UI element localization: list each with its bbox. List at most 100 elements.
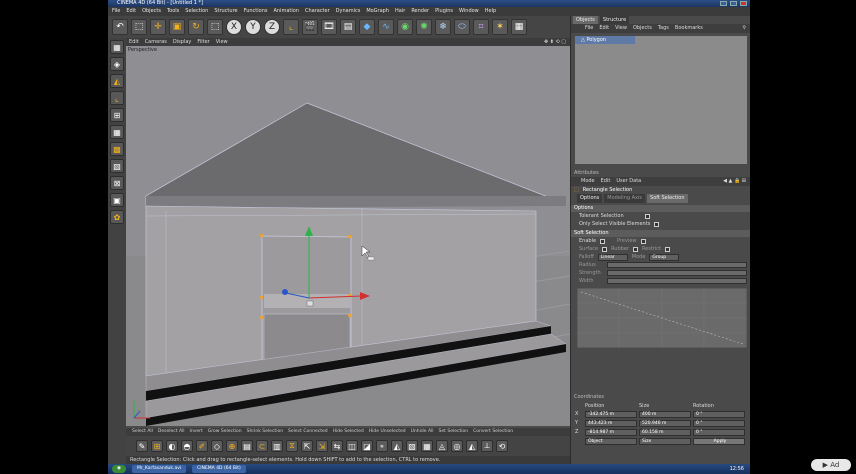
uv-polygons-icon[interactable]: ⊠ [110,176,124,190]
edges-mode-icon[interactable]: ▦ [110,125,124,139]
preview-checkbox[interactable] [640,238,646,244]
undo-icon[interactable]: ↶ [112,19,128,35]
camera-icon[interactable]: ⌗ [473,19,489,35]
normal-move-icon[interactable]: ⇱ [301,440,313,452]
obj-menu-bookmarks[interactable]: Bookmarks [675,24,703,33]
iron-icon[interactable]: ◭ [391,440,403,452]
matrix-extrude-icon[interactable]: ▥ [271,440,283,452]
position-z-field[interactable]: -814.987 m [585,429,637,436]
taskbar-item-video[interactable]: Mr_Karfasanduk.avi [131,465,187,473]
size-x-field[interactable]: 400 m [639,411,691,418]
points-mode-icon[interactable]: ⊞ [110,108,124,122]
cube-icon[interactable]: ◆ [359,19,375,35]
width-field[interactable] [607,278,747,284]
x-axis-icon[interactable]: X [226,19,242,35]
size-z-field[interactable]: 60.158 m [639,429,691,436]
light-icon[interactable]: ✶ [492,19,508,35]
tab-soft-selection[interactable]: Soft Selection [647,194,688,203]
rotate-icon[interactable]: ↻ [188,19,204,35]
start-button[interactable]: ◉ [112,465,126,473]
menu-character[interactable]: Character [305,7,330,16]
menu-animation[interactable]: Animation [273,7,299,16]
subdivide-icon[interactable]: ▦ [421,440,433,452]
y-axis-icon[interactable]: Y [245,19,261,35]
surface-checkbox[interactable] [602,246,608,252]
tab-modeling-axis[interactable]: Modeling Axis [604,194,646,203]
extrude-icon[interactable]: ⊞ [151,440,163,452]
align-normals-icon[interactable]: ⟂ [481,440,493,452]
optimize-icon[interactable]: ◎ [451,440,463,452]
axis-mode-icon[interactable]: ⌞ [110,91,124,105]
enable-checkbox[interactable] [600,238,606,244]
render-view-icon[interactable]: 🎬 [302,19,318,35]
object-list[interactable]: △ Polygon [575,36,747,164]
obj-menu-file[interactable]: File [585,24,593,33]
make-editable-icon[interactable]: ▦ [110,40,124,54]
tolerant-selection-checkbox[interactable] [645,213,650,219]
mode-dropdown[interactable]: Group [649,253,680,261]
normal-scale-icon[interactable]: ⇲ [316,440,328,452]
menu-selection[interactable]: Selection [185,7,208,16]
array-icon[interactable]: ✺ [416,19,432,35]
create-point-icon[interactable]: ⊕ [226,440,238,452]
split-icon[interactable]: ▧ [406,440,418,452]
object-mode-dropdown[interactable]: Object [585,438,637,445]
close-hole-icon[interactable]: ◇ [211,440,223,452]
stitch-icon[interactable]: ◪ [361,440,373,452]
obj-menu-view[interactable]: View [615,24,627,33]
menu-render[interactable]: Render [411,7,429,16]
cmd-unhide-all[interactable]: Unhide All [411,428,434,436]
magnet-icon[interactable]: ⊂ [256,440,268,452]
extrude-inner-icon[interactable]: ▤ [241,440,253,452]
brush-icon[interactable]: ✐ [196,440,208,452]
cmd-convert-selection[interactable]: Convert Selection [473,428,513,436]
menu-tools[interactable]: Tools [167,7,179,16]
size-mode-dropdown[interactable]: Size [639,438,691,445]
select-icon[interactable]: ⬚ [207,19,223,35]
cmd-select-connected[interactable]: Select Connected [288,428,328,436]
weld-icon[interactable]: ⚬ [376,440,388,452]
render-picture-viewer-icon[interactable]: 🎞 [321,19,337,35]
scene-render[interactable] [126,46,570,426]
close-button[interactable] [740,1,747,6]
attr-menu-edit[interactable]: Edit [601,177,611,186]
untriangulate-icon[interactable]: ◭ [466,440,478,452]
taskbar-item-cinema4d[interactable]: CINEMA 4D (64 Bit) [192,465,246,473]
cmd-hide-unselected[interactable]: Hide Unselected [369,428,406,436]
tab-structure[interactable]: Structure [599,16,630,24]
vp-menu-display[interactable]: Display [173,38,191,46]
coord-system-icon[interactable]: ⌞ [283,19,299,35]
attr-menu-userdata[interactable]: User Data [616,177,641,186]
tab-objects[interactable]: Objects [573,16,598,24]
scene-icon[interactable]: ⬭ [454,19,470,35]
obj-menu-tags[interactable]: Tags [658,24,669,33]
apply-button[interactable]: Apply [693,438,745,445]
falloff-dropdown[interactable]: Linear [597,253,628,261]
menu-dynamics[interactable]: Dynamics [336,7,361,16]
search-icon[interactable]: ⚲ [742,24,750,33]
uv-points-icon[interactable]: ▧ [110,159,124,173]
cmd-set-selection[interactable]: Set Selection [439,428,469,436]
bevel-icon[interactable]: ◐ [166,440,178,452]
menu-plugins[interactable]: Plugins [435,7,453,16]
snap-icon[interactable]: ✿ [110,210,124,224]
bridge-icon[interactable]: ◓ [181,440,193,452]
tab-options[interactable]: Options [577,194,603,203]
menu-window[interactable]: Window [459,7,479,16]
vp-menu-cameras[interactable]: Cameras [145,38,167,46]
mirror-icon[interactable]: ⧖ [286,440,298,452]
workplane-icon[interactable]: ▣ [110,193,124,207]
cmd-shrink-selection[interactable]: Shrink Selection [247,428,283,436]
menu-hair[interactable]: Hair [395,7,405,16]
menu-edit[interactable]: Edit [126,7,136,16]
polygons-mode-icon[interactable]: ▩ [110,142,124,156]
restrict-checkbox[interactable] [665,246,671,252]
vp-menu-edit[interactable]: Edit [129,38,139,46]
live-selection-icon[interactable]: ⬚ [131,19,147,35]
slide-icon[interactable]: ⇆ [331,440,343,452]
position-y-field[interactable]: 443.423 m [585,420,637,427]
vp-menu-filter[interactable]: Filter [197,38,209,46]
ad-badge[interactable]: ▶ Ad [811,459,851,471]
falloff-curve-graph[interactable] [576,287,748,349]
reverse-normals-icon[interactable]: ⟲ [496,440,508,452]
